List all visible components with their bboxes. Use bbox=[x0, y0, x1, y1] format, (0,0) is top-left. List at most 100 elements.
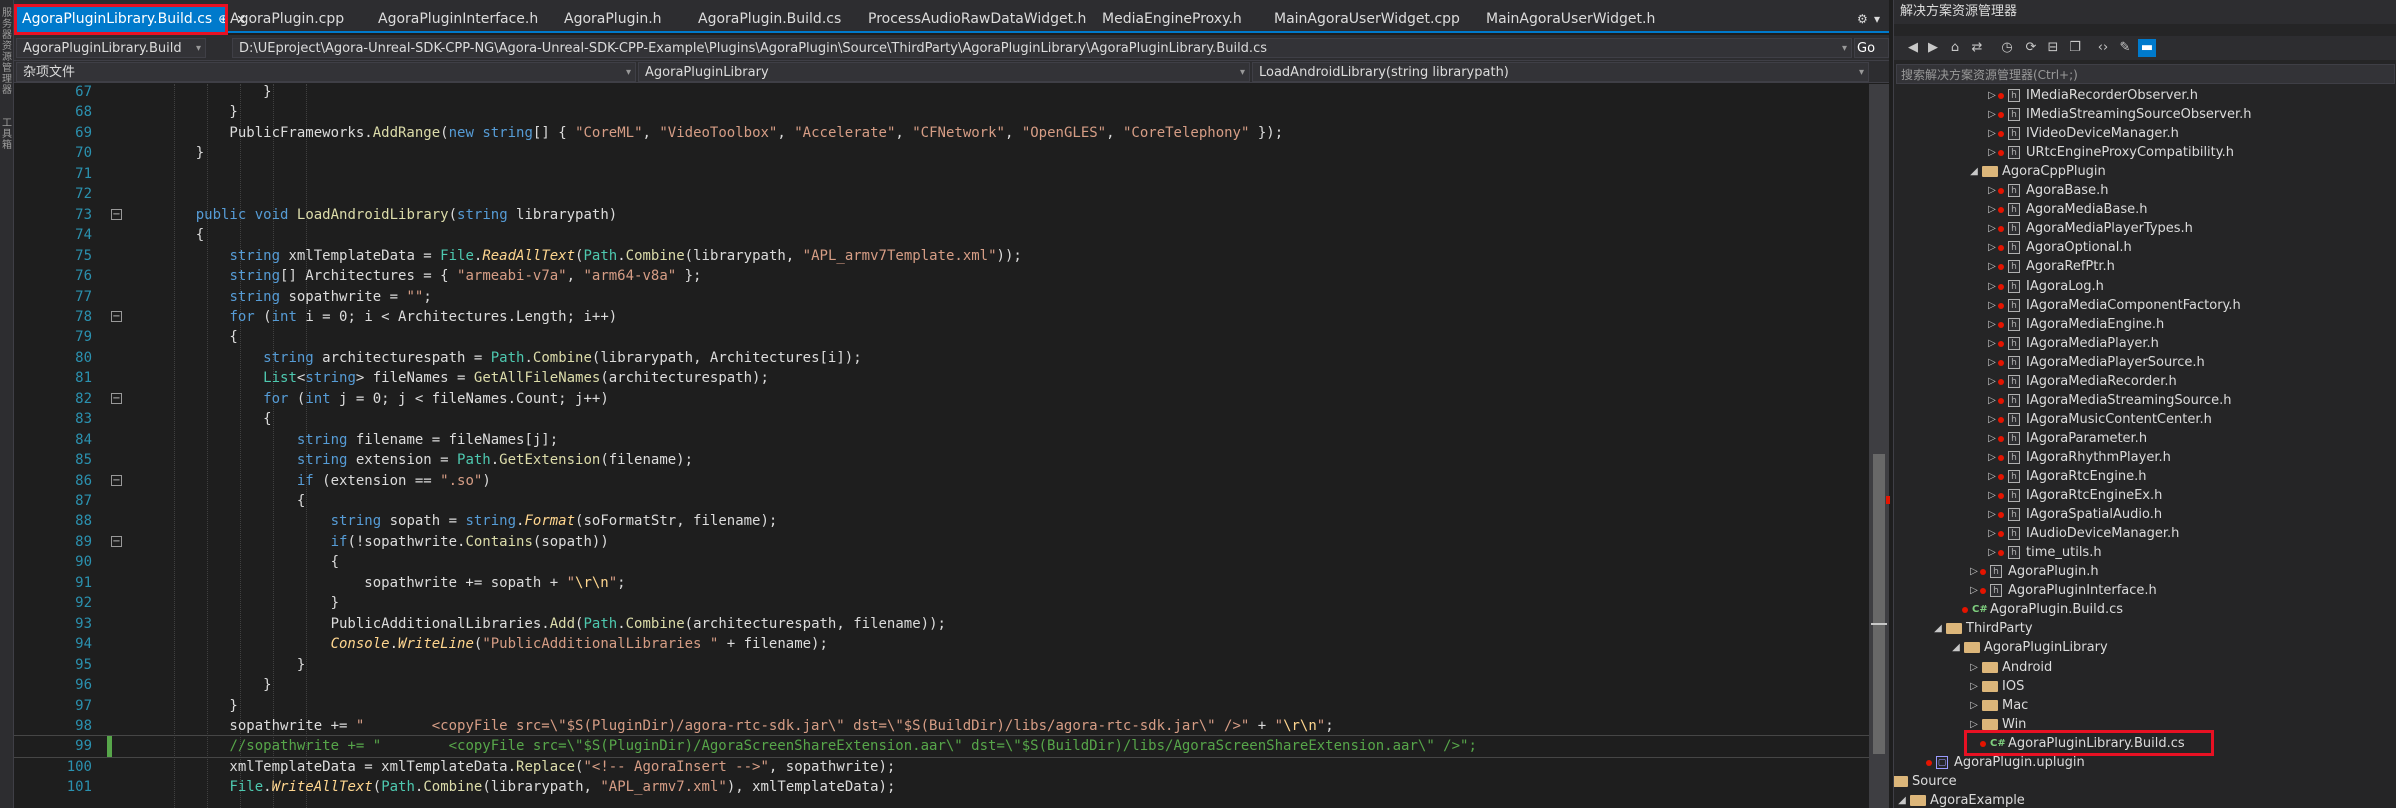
collapse-arrow-icon[interactable]: ◢ bbox=[1968, 162, 1980, 181]
code-line[interactable]: 73 − public void LoadAndroidLibrary(strin… bbox=[14, 205, 1869, 226]
expand-arrow-icon[interactable]: ▷ bbox=[1986, 105, 1998, 124]
expand-arrow-icon[interactable]: ▷ bbox=[1968, 658, 1980, 677]
tree-item[interactable]: ▷ h IAgoraMediaPlayerSource.h bbox=[1894, 353, 2396, 372]
tab-mainagorauserwidget-h[interactable]: MainAgoraUserWidget.h bbox=[1482, 6, 1659, 33]
expand-arrow-icon[interactable]: ▷ bbox=[1986, 372, 1998, 391]
expand-arrow-icon[interactable]: ▷ bbox=[1986, 296, 1998, 315]
tab-agoraplugin-build-cs[interactable]: AgoraPlugin.Build.cs bbox=[694, 6, 845, 33]
tree-item[interactable]: ▷ h IAgoraMediaPlayer.h bbox=[1894, 334, 2396, 353]
code-line[interactable]: 79 { bbox=[14, 327, 1869, 348]
code-text-area[interactable]: 67 } 68 } 69 PublicFrameworks.AddRange(new… bbox=[14, 84, 1869, 808]
fold-collapse-icon[interactable]: − bbox=[111, 208, 122, 220]
code-line[interactable]: 101 File.WriteAllText(Path.Combine(libra… bbox=[14, 777, 1869, 798]
tree-item[interactable]: ▷ h IAgoraLog.h bbox=[1894, 277, 2396, 296]
tree-item[interactable]: ▷ h IAgoraRtcEngineEx.h bbox=[1894, 486, 2396, 505]
expand-arrow-icon[interactable]: ▷ bbox=[1968, 562, 1980, 581]
tab-agorapluginterface-h[interactable]: AgoraPluginInterface.h bbox=[374, 6, 542, 33]
toolbox-tab[interactable]: 工具箱 bbox=[2, 118, 12, 151]
collapse-arrow-icon[interactable]: ◢ bbox=[1950, 638, 1962, 657]
tree-item[interactable]: ◢ AgoraExample bbox=[1894, 791, 2396, 808]
tree-item[interactable]: ▷ h IAudioDeviceManager.h bbox=[1894, 524, 2396, 543]
tree-item[interactable]: ▷ IOS bbox=[1894, 677, 2396, 696]
code-line[interactable]: 91 sopathwrite += sopath + "\r\n"; bbox=[14, 573, 1869, 594]
code-line[interactable]: 92 } bbox=[14, 593, 1869, 614]
code-line[interactable]: 85 string extension = Path.GetExtension(… bbox=[14, 450, 1869, 471]
tree-item[interactable]: C# AgoraPlugin.Build.cs bbox=[1894, 600, 2396, 619]
history-icon[interactable]: ◷ bbox=[1998, 39, 2016, 57]
code-line[interactable]: 67 } bbox=[14, 84, 1869, 103]
tree-item[interactable]: ▷ h IAgoraMusicContentCenter.h bbox=[1894, 410, 2396, 429]
tab-mainagorauserwidget-cpp[interactable]: MainAgoraUserWidget.cpp bbox=[1270, 6, 1464, 33]
code-line[interactable]: 70 } bbox=[14, 143, 1869, 164]
tree-item[interactable]: ▷ h IAgoraRhythmPlayer.h bbox=[1894, 448, 2396, 467]
expand-arrow-icon[interactable]: ▷ bbox=[1986, 505, 1998, 524]
project-dropdown[interactable]: AgoraPluginLibrary.Build ▾ bbox=[16, 38, 206, 58]
tree-item[interactable]: ▷ h AgoraMediaBase.h bbox=[1894, 200, 2396, 219]
expand-arrow-icon[interactable]: ▷ bbox=[1986, 429, 1998, 448]
fold-collapse-icon[interactable]: − bbox=[111, 535, 122, 547]
collapse-arrow-icon[interactable]: ◢ bbox=[1896, 791, 1908, 808]
expand-arrow-icon[interactable]: ▷ bbox=[1968, 677, 1980, 696]
code-line[interactable]: 74 { bbox=[14, 225, 1869, 246]
tree-item[interactable]: ▷ h IAgoraMediaComponentFactory.h bbox=[1894, 296, 2396, 315]
tree-item[interactable]: ▷ h AgoraPlugin.h bbox=[1894, 562, 2396, 581]
solution-search-input[interactable]: 搜索解决方案资源管理器(Ctrl+;) bbox=[1896, 64, 2395, 84]
scrollbar-thumb[interactable] bbox=[1873, 454, 1885, 754]
expand-arrow-icon[interactable]: ▷ bbox=[1986, 86, 1998, 105]
expand-arrow-icon[interactable]: ▷ bbox=[1986, 448, 1998, 467]
tree-item[interactable]: ▷ h IAgoraParameter.h bbox=[1894, 429, 2396, 448]
expand-arrow-icon[interactable]: ▷ bbox=[1986, 391, 1998, 410]
tree-item[interactable]: ▷ h IAgoraRtcEngine.h bbox=[1894, 467, 2396, 486]
code-line[interactable]: 89 − if(!sopathwrite.Contains(sopath)) bbox=[14, 532, 1869, 553]
fold-collapse-icon[interactable]: − bbox=[111, 310, 122, 322]
expand-arrow-icon[interactable]: ▷ bbox=[1986, 257, 1998, 276]
code-line[interactable]: 94 Console.WriteLine("PublicAdditionalLi… bbox=[14, 634, 1869, 655]
tree-item[interactable]: ▷ h IMediaStreamingSourceObserver.h bbox=[1894, 105, 2396, 124]
tree-item[interactable]: ▷ Mac bbox=[1894, 696, 2396, 715]
tab-mediaengineproxy-h[interactable]: MediaEngineProxy.h bbox=[1098, 6, 1246, 33]
class-scope-dropdown[interactable]: AgoraPluginLibrary ▾ bbox=[638, 62, 1250, 82]
collapse-arrow-icon[interactable]: ◢ bbox=[1932, 619, 1944, 638]
tree-item[interactable]: ▷ h IAgoraMediaEngine.h bbox=[1894, 315, 2396, 334]
code-line[interactable]: 97 } bbox=[14, 696, 1869, 717]
tree-item[interactable]: ▷ h AgoraPluginInterface.h bbox=[1894, 581, 2396, 600]
settings-icon[interactable]: ⚙ bbox=[1857, 12, 1868, 26]
expand-arrow-icon[interactable]: ▷ bbox=[1986, 353, 1998, 372]
expand-arrow-icon[interactable]: ▷ bbox=[1986, 200, 1998, 219]
code-line[interactable]: 69 PublicFrameworks.AddRange(new string[… bbox=[14, 123, 1869, 144]
vertical-scrollbar[interactable] bbox=[1869, 84, 1889, 808]
expand-arrow-icon[interactable]: ▷ bbox=[1986, 277, 1998, 296]
tree-item[interactable]: ◢ ThirdParty bbox=[1894, 619, 2396, 638]
code-line[interactable]: 86 − if (extension == ".so") bbox=[14, 471, 1869, 492]
tree-item[interactable]: ▷ Android bbox=[1894, 658, 2396, 677]
properties-icon[interactable]: ✎ bbox=[2116, 39, 2134, 57]
tree-item[interactable]: ▢ AgoraPlugin.uplugin bbox=[1894, 753, 2396, 772]
fold-collapse-icon[interactable]: − bbox=[111, 474, 122, 486]
back-icon[interactable]: ◀ bbox=[1904, 39, 1922, 57]
expand-arrow-icon[interactable]: ▷ bbox=[1986, 334, 1998, 353]
expand-arrow-icon[interactable]: ▷ bbox=[1986, 524, 1998, 543]
expand-arrow-icon[interactable]: ▷ bbox=[1968, 696, 1980, 715]
sync-icon[interactable]: ⟳ bbox=[2022, 39, 2040, 57]
tree-item[interactable]: ▷ h IVideoDeviceManager.h bbox=[1894, 124, 2396, 143]
code-line[interactable]: 76 string[] Architectures = { "armeabi-v… bbox=[14, 266, 1869, 287]
switch-view-icon[interactable]: ⇄ bbox=[1968, 39, 1986, 57]
expand-arrow-icon[interactable]: ▷ bbox=[1986, 219, 1998, 238]
code-line[interactable]: 78 − for (int i = 0; i < Architectures.Le… bbox=[14, 307, 1869, 328]
code-line[interactable]: 95 } bbox=[14, 655, 1869, 676]
expand-arrow-icon[interactable]: ▷ bbox=[1986, 486, 1998, 505]
tree-item[interactable]: ▷ h AgoraBase.h bbox=[1894, 181, 2396, 200]
code-line[interactable]: 68 } bbox=[14, 102, 1869, 123]
expand-arrow-icon[interactable]: ▷ bbox=[1968, 581, 1980, 600]
expand-arrow-icon[interactable]: ▷ bbox=[1986, 543, 1998, 562]
code-line[interactable]: 84 string filename = fileNames[j]; bbox=[14, 430, 1869, 451]
expand-arrow-icon[interactable]: ▷ bbox=[1986, 467, 1998, 486]
tree-item[interactable]: ◢ AgoraCppPlugin bbox=[1894, 162, 2396, 181]
tab-agoraplugin-h[interactable]: AgoraPlugin.h bbox=[560, 6, 666, 33]
code-line[interactable]: 90 { bbox=[14, 552, 1869, 573]
tree-item[interactable]: ▷ h URtcEngineProxyCompatibility.h bbox=[1894, 143, 2396, 162]
home-icon[interactable]: ⌂ bbox=[1946, 39, 1964, 57]
code-line[interactable]: 93 PublicAdditionalLibraries.Add(Path.Co… bbox=[14, 614, 1869, 635]
forward-icon[interactable]: ▶ bbox=[1924, 39, 1942, 57]
code-line[interactable]: 88 string sopath = string.Format(soForma… bbox=[14, 511, 1869, 532]
